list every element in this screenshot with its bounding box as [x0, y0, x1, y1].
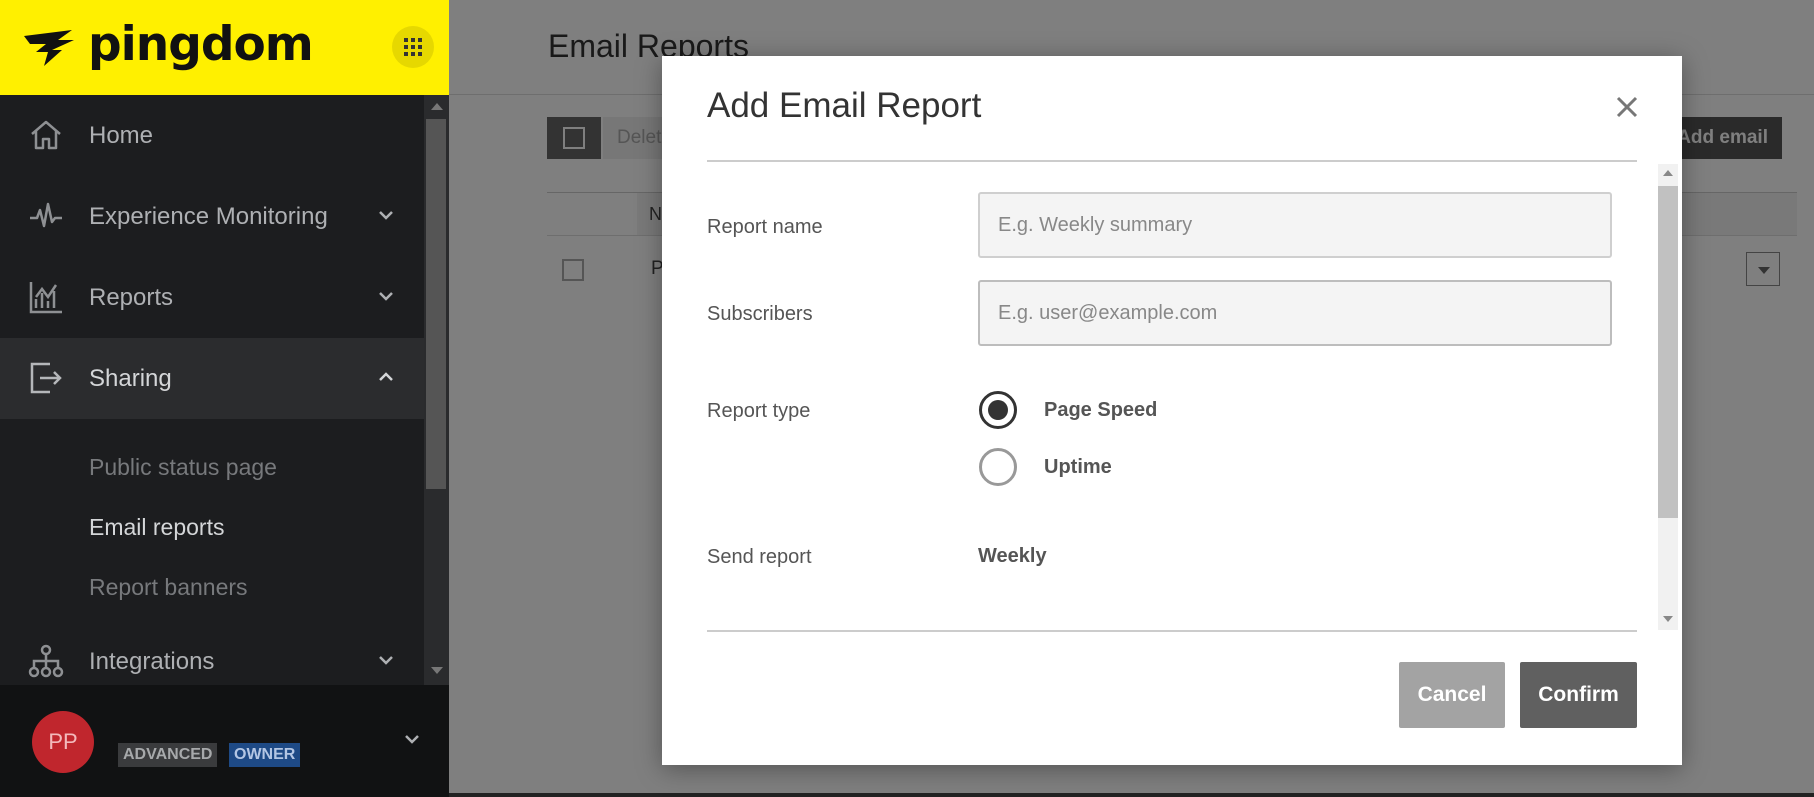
sidebar-item-label: Integrations	[89, 647, 215, 675]
user-menu[interactable]: PP ADVANCED OWNER	[0, 685, 449, 797]
radio-label-uptime[interactable]: Uptime	[1044, 456, 1112, 479]
chevron-down-icon[interactable]	[404, 733, 420, 745]
brand-header: pingdom	[0, 0, 449, 95]
chevron-down-icon	[379, 211, 393, 220]
report-type-uptime-radio[interactable]	[979, 448, 1017, 486]
brand-name[interactable]: pingdom	[88, 18, 314, 72]
avatar[interactable]: PP	[32, 711, 94, 773]
scroll-up-arrow-icon[interactable]	[1663, 170, 1673, 176]
divider	[707, 630, 1637, 632]
radio-label-page-speed[interactable]: Page Speed	[1044, 399, 1157, 422]
sidebar-item-label: Reports	[89, 283, 174, 311]
sidebar-subitem-report-banners[interactable]: Report banners	[89, 574, 248, 601]
scrollbar-thumb[interactable]	[1658, 186, 1678, 518]
sidebar-item-integrations[interactable]: Integrations	[0, 621, 424, 685]
pingdom-logo-icon	[24, 30, 74, 66]
chevron-up-icon	[379, 372, 393, 381]
chevron-down-icon	[379, 292, 393, 301]
chart-icon	[29, 282, 62, 314]
sidebar-item-label: Sharing	[89, 364, 172, 392]
sidebar-item-experience-monitoring[interactable]: Experience Monitoring	[0, 176, 424, 257]
grid-icon	[404, 38, 422, 56]
sidebar-subitem-email-reports[interactable]: Email reports	[89, 514, 224, 541]
scroll-up-arrow-icon[interactable]	[431, 103, 443, 110]
add-email-report-dialog: Add Email Report Report name Subscribers…	[662, 56, 1682, 765]
report-type-page-speed-radio[interactable]	[979, 391, 1017, 429]
sitemap-icon	[28, 644, 64, 678]
sidebar-item-label: Home	[89, 121, 154, 149]
sidebar-nav: Home Experience Monitoring Reports Shari…	[0, 95, 424, 685]
sidebar-item-label: Experience Monitoring	[89, 202, 328, 230]
plan-badge: ADVANCED	[118, 743, 218, 767]
role-badge: OWNER	[229, 743, 301, 767]
close-icon[interactable]	[1614, 94, 1640, 120]
report-name-label: Report name	[707, 216, 823, 238]
subscribers-input[interactable]	[978, 280, 1612, 346]
sidebar-subitem-public-status-page[interactable]: Public status page	[89, 454, 277, 481]
confirm-button[interactable]: Confirm	[1520, 662, 1637, 728]
subscribers-label: Subscribers	[707, 303, 813, 325]
send-report-label: Send report	[707, 546, 812, 568]
dialog-scrollbar[interactable]	[1658, 164, 1678, 630]
scroll-down-arrow-icon[interactable]	[431, 667, 443, 674]
report-type-label: Report type	[707, 400, 811, 422]
home-icon	[31, 120, 61, 150]
sidebar-item-sharing[interactable]: Sharing	[0, 338, 424, 419]
sidebar-item-home[interactable]: Home	[0, 95, 424, 176]
cancel-button[interactable]: Cancel	[1399, 662, 1505, 728]
app-switcher-button[interactable]	[392, 26, 434, 68]
sharing-submenu: Public status page Email reports Report …	[0, 419, 424, 619]
sidebar-item-reports[interactable]: Reports	[0, 257, 424, 338]
share-icon	[30, 362, 62, 394]
send-report-value: Weekly	[978, 545, 1047, 567]
divider	[707, 160, 1637, 162]
sidebar-scrollbar[interactable]	[424, 95, 449, 685]
page-bottom-edge	[449, 793, 1814, 797]
chevron-down-icon	[379, 656, 393, 665]
scrollbar-thumb[interactable]	[426, 119, 446, 489]
report-name-input[interactable]	[978, 192, 1612, 258]
scroll-down-arrow-icon[interactable]	[1663, 616, 1673, 622]
pulse-icon	[30, 202, 62, 228]
dialog-title: Add Email Report	[707, 86, 982, 125]
sidebar: pingdom Home Experience Monitoring Repor…	[0, 0, 449, 797]
